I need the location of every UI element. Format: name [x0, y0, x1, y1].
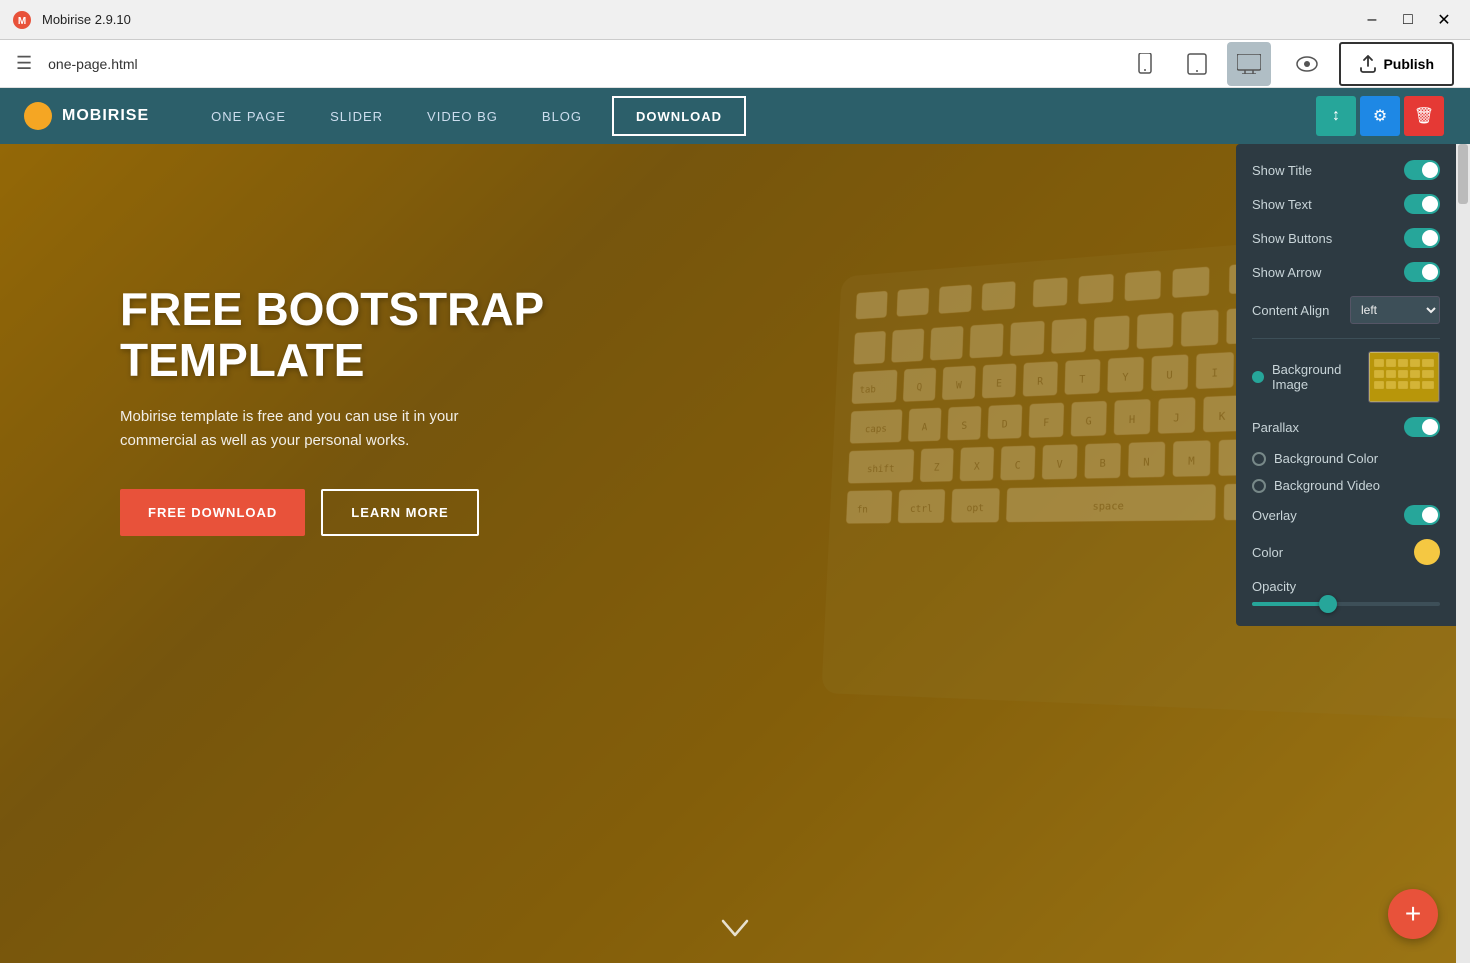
color-row: Color — [1252, 539, 1440, 565]
parallax-toggle[interactable] — [1404, 417, 1440, 437]
app-logo: MOBIRISE — [24, 102, 149, 130]
show-buttons-row: Show Buttons — [1252, 228, 1440, 248]
show-text-toggle[interactable] — [1404, 194, 1440, 214]
thumb-preview — [1369, 352, 1439, 402]
app-icon: M — [12, 10, 32, 30]
show-text-row: Show Text — [1252, 194, 1440, 214]
background-video-radio[interactable] — [1252, 479, 1266, 493]
main-area: tab Q W E R T Y U I O P caps A S D F G — [0, 144, 1470, 963]
publish-label: Publish — [1383, 56, 1434, 72]
add-section-fab[interactable]: + — [1388, 889, 1438, 939]
nav-item-download[interactable]: DOWNLOAD — [612, 96, 746, 136]
background-image-row: Background Image — [1252, 351, 1440, 403]
background-color-label: Background Color — [1274, 451, 1378, 466]
logo-circle — [24, 102, 52, 130]
color-label: Color — [1252, 545, 1414, 560]
nav-item-slider[interactable]: SLIDER — [308, 88, 405, 144]
show-title-label: Show Title — [1252, 163, 1396, 178]
free-download-button[interactable]: FREE DOWNLOAD — [120, 489, 305, 536]
show-text-label: Show Text — [1252, 197, 1396, 212]
device-selector — [1123, 42, 1271, 86]
parallax-label: Parallax — [1252, 420, 1396, 435]
minimize-button[interactable]: – — [1358, 6, 1386, 34]
overlay-row: Overlay — [1252, 505, 1440, 525]
hero-title: FREE BOOTSTRAP TEMPLATE — [120, 284, 620, 385]
nav-items: ONE PAGE SLIDER VIDEO BG BLOG DOWNLOAD — [189, 88, 1314, 144]
background-video-row: Background Video — [1252, 478, 1440, 493]
publish-button[interactable]: Publish — [1339, 42, 1454, 86]
svg-text:M: M — [18, 16, 26, 27]
background-video-label: Background Video — [1274, 478, 1380, 493]
hamburger-icon[interactable]: ☰ — [16, 53, 32, 74]
nav-actions: ↕ ⚙ 🗑 — [1314, 88, 1446, 144]
logo-text: MOBIRISE — [62, 107, 149, 125]
show-arrow-row: Show Arrow — [1252, 262, 1440, 282]
background-image-thumb[interactable] — [1368, 351, 1440, 403]
scrollbar-thumb[interactable] — [1458, 144, 1468, 204]
opacity-slider-track[interactable] — [1252, 602, 1440, 606]
bg-image-dot — [1252, 371, 1264, 383]
show-buttons-label: Show Buttons — [1252, 231, 1396, 246]
show-title-row: Show Title — [1252, 160, 1440, 180]
opacity-slider-thumb[interactable] — [1319, 595, 1337, 613]
tablet-device-btn[interactable] — [1175, 42, 1219, 86]
show-buttons-toggle[interactable] — [1404, 228, 1440, 248]
hero-buttons: FREE DOWNLOAD LEARN MORE — [120, 489, 620, 536]
filename-label: one-page.html — [48, 56, 1107, 72]
close-button[interactable]: ✕ — [1430, 6, 1458, 34]
opacity-slider-fill — [1252, 602, 1327, 606]
show-title-toggle[interactable] — [1404, 160, 1440, 180]
settings-button[interactable]: ⚙ — [1360, 96, 1400, 136]
preview-button[interactable] — [1287, 44, 1327, 84]
app-title: Mobirise 2.9.10 — [42, 12, 1348, 27]
maximize-button[interactable]: □ — [1394, 6, 1422, 34]
desktop-device-btn[interactable] — [1227, 42, 1271, 86]
opacity-row: Opacity — [1252, 579, 1440, 606]
background-color-row: Background Color — [1252, 451, 1440, 466]
background-color-radio[interactable] — [1252, 452, 1266, 466]
show-arrow-toggle[interactable] — [1404, 262, 1440, 282]
show-arrow-label: Show Arrow — [1252, 265, 1396, 280]
delete-section-button[interactable]: 🗑 — [1404, 96, 1444, 136]
move-section-button[interactable]: ↕ — [1316, 96, 1356, 136]
scrollbar-track — [1456, 144, 1470, 963]
background-image-label: Background Image — [1272, 362, 1360, 392]
window-controls: – □ ✕ — [1358, 6, 1458, 34]
menu-bar: ☰ one-page.html Publish — [0, 40, 1470, 88]
scroll-arrow[interactable] — [721, 919, 749, 943]
content-align-label: Content Align — [1252, 303, 1342, 318]
nav-item-one-page[interactable]: ONE PAGE — [189, 88, 308, 144]
nav-item-video-bg[interactable]: VIDEO BG — [405, 88, 520, 144]
hero-content: FREE BOOTSTRAP TEMPLATE Mobirise templat… — [120, 284, 620, 536]
content-align-row: Content Align left center right — [1252, 296, 1440, 324]
settings-divider-1 — [1252, 338, 1440, 339]
color-swatch[interactable] — [1414, 539, 1440, 565]
settings-panel: Show Title Show Text Show Buttons Show A… — [1236, 144, 1456, 626]
app-nav: MOBIRISE ONE PAGE SLIDER VIDEO BG BLOG D… — [0, 88, 1470, 144]
menu-right: Publish — [1287, 42, 1454, 86]
nav-item-blog[interactable]: BLOG — [520, 88, 604, 144]
content-align-select[interactable]: left center right — [1350, 296, 1440, 324]
learn-more-button[interactable]: LEARN MORE — [321, 489, 478, 536]
opacity-label: Opacity — [1252, 579, 1440, 594]
parallax-row: Parallax — [1252, 417, 1440, 437]
overlay-label: Overlay — [1252, 508, 1396, 523]
hero-subtitle: Mobirise template is free and you can us… — [120, 405, 500, 453]
title-bar: M Mobirise 2.9.10 – □ ✕ — [0, 0, 1470, 40]
mobile-device-btn[interactable] — [1123, 42, 1167, 86]
overlay-toggle[interactable] — [1404, 505, 1440, 525]
